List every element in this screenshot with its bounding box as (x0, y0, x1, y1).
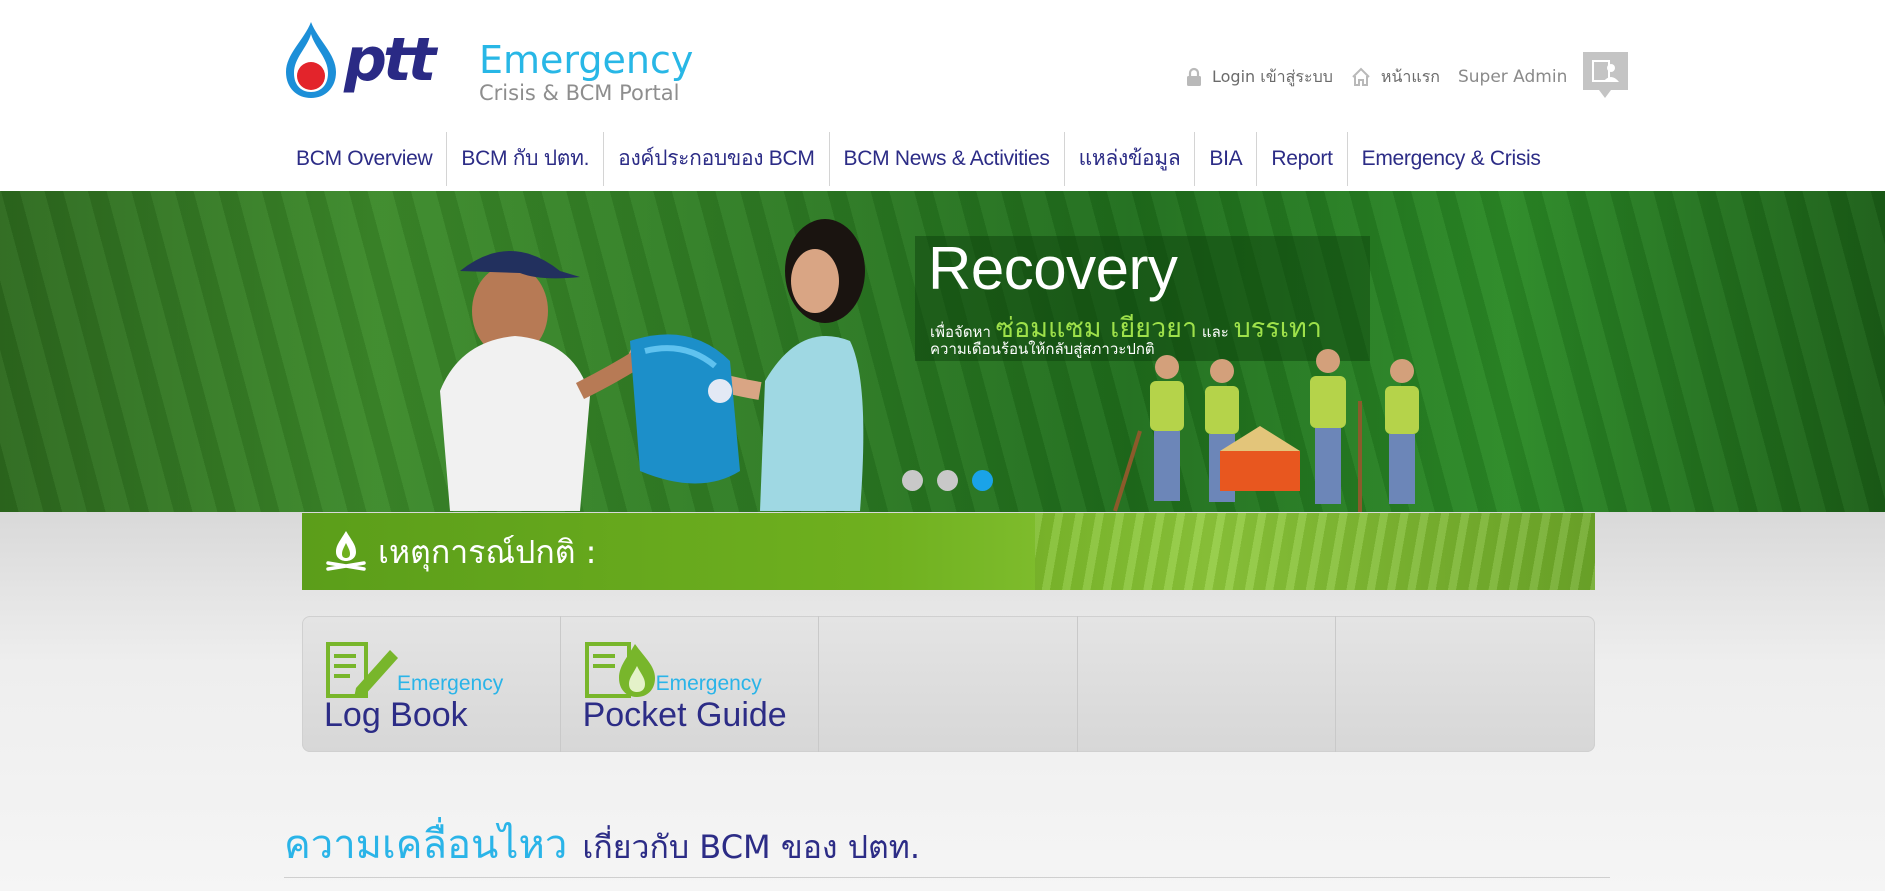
pocket-guide-flame-icon (584, 642, 655, 698)
top-utility-bar: Login เข้าสู่ระบบ หน้าแรก Super Admin (1186, 52, 1629, 102)
logbook-big-label: Log Book (324, 696, 468, 734)
news-section-title: ความเคลื่อนไหว เกี่ยวกับ BCM ของ ปตท. (284, 812, 920, 876)
banner-sub-highlight2: บรรเทา (1233, 313, 1322, 344)
lock-icon (1187, 67, 1201, 86)
pocket-guide-small-label: Emergency (655, 672, 762, 695)
main-nav: BCM Overview BCM กับ ปตท. องค์ประกอบของ … (282, 132, 1555, 186)
news-section-title-rest: เกี่ยวกับ BCM ของ ปตท. (582, 828, 921, 866)
campfire-status-icon (326, 531, 366, 571)
site-header: ptt Emergency Crisis & BCM Portal Login … (0, 0, 1885, 190)
slider-dot-1[interactable] (902, 470, 923, 491)
empty-tool-slot (819, 616, 1078, 752)
portal-title-line2: Crisis & BCM Portal (479, 81, 680, 105)
nav-item-news-activities[interactable]: BCM News & Activities (830, 132, 1065, 186)
home-icon (1352, 67, 1370, 86)
news-section-title-highlight: ความเคลื่อนไหว (284, 822, 568, 868)
banner-title: Recovery (928, 235, 1178, 302)
emergency-pocket-guide-button[interactable]: Emergency Pocket Guide (561, 616, 820, 752)
volunteer-workers-illustration (1113, 349, 1419, 512)
relief-handover-illustration (440, 219, 865, 511)
empty-tool-slot (1078, 616, 1337, 752)
profile-card-icon[interactable] (1583, 52, 1629, 102)
section-divider (284, 877, 1610, 878)
status-label: เหตุการณ์ปกติ : (378, 533, 597, 571)
ptt-logo[interactable]: ptt (282, 20, 436, 100)
quick-tools-panel: Emergency Log Book Emergency Pocket Guid… (302, 616, 1595, 752)
slider-dot-3[interactable] (972, 470, 993, 491)
nav-item-report[interactable]: Report (1257, 132, 1348, 186)
emergency-logbook-button[interactable]: Emergency Log Book (302, 616, 561, 752)
logbook-small-label: Emergency (397, 672, 504, 695)
home-link[interactable]: หน้าแรก (1351, 65, 1440, 90)
nav-item-bia[interactable]: BIA (1195, 132, 1258, 186)
login-label: Login เข้าสู่ระบบ (1212, 66, 1333, 86)
empty-tool-slot (1336, 616, 1595, 752)
nav-item-resources[interactable]: แหล่งข้อมูล (1065, 132, 1196, 186)
nav-item-bcm-components[interactable]: องค์ประกอบของ BCM (604, 132, 830, 186)
portal-title-line1: Emergency (479, 38, 694, 82)
user-name: Super Admin (1457, 67, 1568, 87)
banner-sub-and: และ (1201, 323, 1229, 341)
nav-item-emergency-crisis[interactable]: Emergency & Crisis (1348, 132, 1555, 186)
status-bar-pipes-decoration (1035, 513, 1595, 590)
home-label: หน้าแรก (1380, 66, 1440, 86)
status-bar: เหตุการณ์ปกติ : (302, 513, 1595, 590)
nav-item-bcm-overview[interactable]: BCM Overview (282, 132, 448, 186)
slider-dot-2[interactable] (937, 470, 958, 491)
ptt-flame-drop-icon (286, 22, 336, 98)
hero-banner: Recovery เพื่อจัดหา ซ่อมแซม เยียวยา และ … (0, 191, 1885, 512)
portal-title: Emergency Crisis & BCM Portal (479, 38, 693, 104)
logbook-pencil-icon (326, 642, 398, 698)
pocket-guide-big-label: Pocket Guide (582, 696, 787, 734)
slider-pagination (902, 470, 993, 491)
login-link[interactable]: Login เข้าสู่ระบบ (1186, 65, 1333, 90)
nav-item-bcm-with-ptt[interactable]: BCM กับ ปตท. (447, 132, 605, 186)
ptt-wordmark: ptt (344, 25, 436, 95)
